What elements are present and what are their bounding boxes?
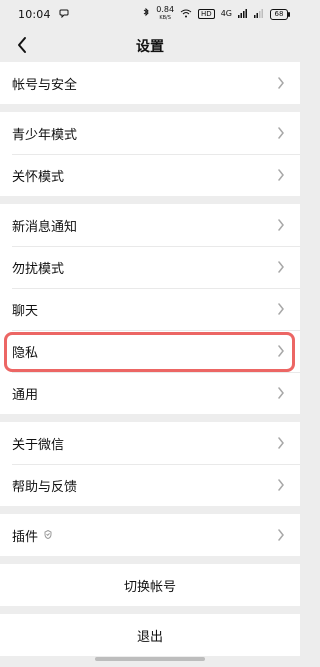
page-title: 设置 [136,38,164,55]
hd-badge: HD [198,9,215,19]
back-button[interactable] [10,33,34,57]
switch-account-button[interactable]: 切换帐号 [0,564,300,606]
switch-account-group: 切换帐号 [0,564,300,606]
settings-item-privacy[interactable]: 隐私 [0,330,300,372]
settings-item-label: 插件 [12,529,39,545]
home-indicator[interactable] [95,657,205,661]
settings-group-3: 新消息通知 勿扰模式 聊天 隐私 通用 [0,204,300,414]
settings-group-1: 帐号与安全 [0,62,300,104]
logout-label: 退出 [136,629,163,645]
settings-item-help-feedback[interactable]: 帮助与反馈 [0,464,300,506]
settings-item-about-wechat[interactable]: 关于微信 [0,422,300,464]
settings-item-care-mode[interactable]: 关怀模式 [0,154,300,196]
chevron-right-icon [274,528,288,542]
settings-item-new-message-notification[interactable]: 新消息通知 [0,204,300,246]
settings-item-label: 隐私 [12,345,39,361]
chevron-right-icon [274,436,288,450]
network-speed-unit: KB/S [159,15,171,21]
settings-item-label: 新消息通知 [12,219,78,235]
settings-item-label: 关于微信 [12,437,65,453]
chevron-right-icon [274,168,288,182]
back-chevron-icon [18,37,26,53]
wifi-icon [180,8,192,21]
shield-icon [44,528,52,543]
status-time: 10:04 [18,7,51,21]
logout-group: 退出 [0,614,300,656]
signal-icon-2 [254,8,264,21]
chevron-right-icon [274,302,288,316]
header: 设置 [0,28,300,62]
message-icon [59,8,69,21]
settings-group-2: 青少年模式 关怀模式 [0,112,300,196]
chevron-right-icon [274,76,288,90]
settings-item-account-security[interactable]: 帐号与安全 [0,62,300,104]
settings-group-5: 插件 [0,514,300,556]
chevron-right-icon [274,126,288,140]
chevron-right-icon [274,218,288,232]
settings-item-general[interactable]: 通用 [0,372,300,414]
chevron-right-icon [274,386,288,400]
settings-item-label: 通用 [12,387,39,403]
network-speed: 0.84 KB/S [156,6,174,22]
switch-account-label: 切换帐号 [123,579,176,595]
status-right: 0.84 KB/S HD 4G 68 [142,6,290,22]
logout-button[interactable]: 退出 [0,614,300,656]
settings-group-4: 关于微信 帮助与反馈 [0,422,300,506]
signal-label: 4G [220,9,232,18]
status-left: 10:04 [18,8,69,21]
network-speed-value: 0.84 [156,5,175,14]
settings-item-teen-mode[interactable]: 青少年模式 [0,112,300,154]
settings-item-label: 帐号与安全 [12,77,78,93]
status-bar: 10:04 0.84 KB/S HD 4G 68 [0,0,300,28]
settings-item-chat[interactable]: 聊天 [0,288,300,330]
chevron-right-icon [274,344,288,358]
signal-icon [238,8,248,21]
chevron-right-icon [274,260,288,274]
settings-item-label: 关怀模式 [12,169,65,185]
settings-item-plugins[interactable]: 插件 [0,514,300,556]
settings-item-label: 帮助与反馈 [12,479,78,495]
chevron-right-icon [274,478,288,492]
battery-indicator: 68 [270,8,290,20]
settings-item-label: 聊天 [12,303,39,319]
settings-item-label-with-icon: 插件 [12,526,274,545]
settings-item-label: 勿扰模式 [12,261,65,277]
settings-item-do-not-disturb[interactable]: 勿扰模式 [0,246,300,288]
bluetooth-icon [142,7,150,21]
settings-item-label: 青少年模式 [12,127,78,143]
